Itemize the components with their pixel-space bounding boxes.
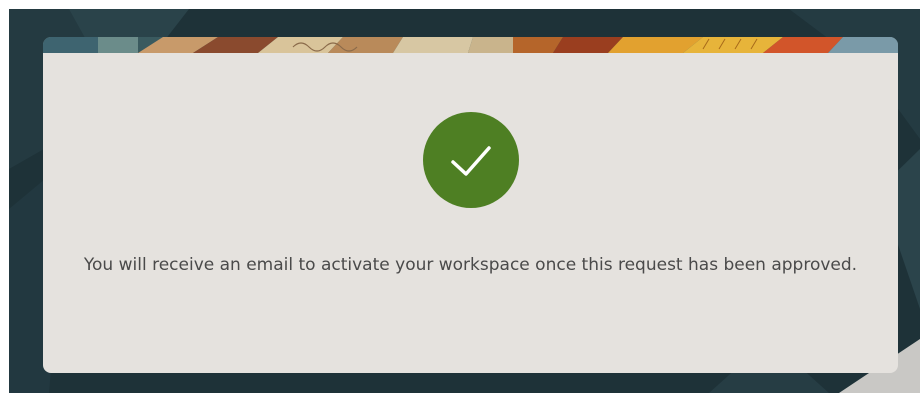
banner-artwork	[43, 37, 898, 53]
confirmation-card: You will receive an email to activate yo…	[43, 37, 898, 373]
checkmark-icon	[451, 146, 491, 176]
page: You will receive an email to activate yo…	[0, 0, 920, 393]
success-badge	[423, 112, 519, 208]
decorative-background: You will receive an email to activate yo…	[9, 9, 920, 393]
confirmation-message: You will receive an email to activate yo…	[83, 255, 858, 275]
